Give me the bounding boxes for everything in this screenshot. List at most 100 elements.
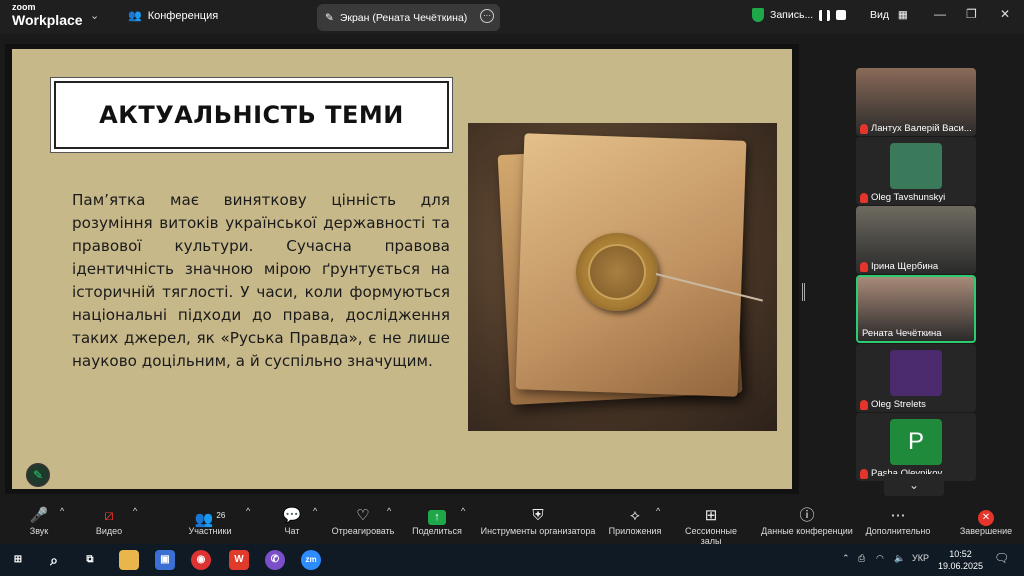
more-label: Дополнительно [865,526,931,536]
shield-icon [752,8,764,22]
view-menu[interactable]: Вид ▦ [870,9,908,21]
participant-name: Oleg Tavshunskyi [871,192,946,203]
notification-icon[interactable]: 🗨 [994,551,1009,565]
file-explorer-icon[interactable] [119,550,139,570]
video-label: Видео [95,526,123,536]
end-call-icon: ✕ [978,510,994,526]
pause-recording-button[interactable] [819,9,831,21]
participant-name-tag: Лантух Валерій Васи... [860,123,972,134]
windows-taskbar: ⊞ ⌕ ⧉ ▣ ◉ W ✆ zm ⌃ ⎙ ◠ 🔈 УКР 10:52 19.06… [0,544,1024,576]
mic-muted-icon [860,123,868,134]
breakout-label: Сессионные залы [685,526,737,546]
participant-avatar [890,143,942,189]
more-button[interactable]: ⋯ Дополнительно [864,506,932,536]
participant-name-tag: Oleg Tavshunskyi [860,192,945,203]
end-meeting-button[interactable]: ✕ Завершение [958,506,1014,536]
volume-icon[interactable]: 🔈 [894,553,905,564]
search-icon[interactable]: ⌕ [44,550,64,570]
info-icon: ⓘ [799,507,815,524]
people-icon: 👥 [128,10,142,22]
participant-name-tag: Ірина Щербина [860,261,938,272]
participant-tile[interactable]: Рената Чечёткина [856,275,976,343]
more-options-icon[interactable]: ··· [480,9,494,23]
participants-label: Участники [188,526,232,536]
share-options-caret[interactable]: ^ [461,506,465,516]
video-options-caret[interactable]: ^ [133,506,137,516]
mic-muted-icon [860,399,868,410]
meeting-info-button[interactable]: ⓘ Данные конференции [760,506,854,536]
chevron-down-icon[interactable]: ⌄ [90,9,99,22]
wifi-icon[interactable]: ◠ [876,553,884,564]
system-clock[interactable]: 10:52 19.06.2025 [938,548,983,572]
meeting-toolbar: 🎤 Звук ^ ⧄ Видео ^ 👥 26 Участники ^ 💬 Чат… [0,500,1024,546]
wps-icon[interactable]: W [229,550,249,570]
language-indicator[interactable]: УКР [912,553,929,563]
participant-avatar [890,350,942,396]
shield-icon: ⛨ [532,507,544,524]
tray-expand-icon[interactable]: ⌃ [842,553,850,564]
recording-indicator: Запись... [752,8,847,22]
slide-title-box: АКТУАЛЬНІСТЬ ТЕМИ [54,81,449,149]
participant-name: Лантух Валерій Васи... [871,123,972,134]
host-tools-label: Инструменты организатора [480,526,596,536]
panel-resize-handle[interactable] [802,283,805,301]
mic-muted-icon [860,468,868,479]
windows-start-icon[interactable]: ⊞ [8,550,28,570]
conference-tab[interactable]: 👥 Конференция [128,9,218,23]
minimize-icon[interactable]: — [934,7,946,21]
restore-icon[interactable]: ❐ [966,7,977,21]
zoom-icon[interactable]: zm [301,550,321,570]
chat-options-caret[interactable]: ^ [313,506,317,516]
task-view-icon[interactable]: ⧉ [80,550,100,570]
slide-body-text: Пам’ятка має виняткову цінність для розу… [72,191,450,370]
save-icon[interactable]: ▣ [155,550,175,570]
zoom-logo: zoom Workplace [12,2,83,28]
clock-date: 19.06.2025 [938,561,984,571]
end-label: Завершение [959,526,1013,536]
participant-tile[interactable]: Ірина Щербина [856,206,976,274]
apps-options-caret[interactable]: ^ [656,506,660,516]
participant-name: Ірина Щербина [871,261,939,272]
share-screen-icon: ↑ [428,510,446,525]
clock-time: 10:52 [949,549,972,559]
viber-icon[interactable]: ✆ [265,550,285,570]
participants-options-caret[interactable]: ^ [246,506,250,516]
participant-name-tag: Рената Чечёткина [862,328,942,339]
audio-options-caret[interactable]: ^ [60,506,64,516]
participant-name-tag: Oleg Strelets [860,399,926,410]
share-screen-icon: ✎ [325,11,334,24]
close-icon[interactable]: ✕ [1000,7,1010,21]
chat-label: Чат [284,526,300,536]
chrome-icon[interactable]: ◉ [191,550,211,570]
participant-tile[interactable]: Oleg Strelets [856,344,976,412]
participant-tile[interactable]: Лантух Валерій Васи... [856,68,976,136]
apps-label: Приложения [608,526,662,536]
video-button[interactable]: ⧄ Видео [92,506,126,536]
react-label: Отреагировать [331,526,395,536]
breakout-rooms-button[interactable]: ⊞ Сессионные залы [674,506,748,546]
share-label: Поделиться [412,526,462,536]
react-options-caret[interactable]: ^ [387,506,391,516]
host-tools-button[interactable]: ⛨ Инструменты организатора [478,506,598,536]
screen-share-tab[interactable]: ✎ Экран (Рената Чечёткина) ··· [317,4,500,31]
recording-label: Запись... [770,9,814,21]
participant-tile[interactable]: PPasha Oleynikov [856,413,976,481]
gallery-scroll-down-button[interactable]: ⌄ [884,474,944,496]
share-button[interactable]: ↑ Поделиться [410,506,464,536]
meeting-info-label: Данные конференции [761,526,853,536]
audio-label: Звук [29,526,49,536]
mic-muted-icon: 🎤 [29,507,49,524]
slide-title: АКТУАЛЬНІСТЬ ТЕМИ [99,101,404,129]
more-icon: ⋯ [890,507,906,524]
screen-tab-label: Экран (Рената Чечёткина) [339,11,468,24]
network-icon[interactable]: ⎙ [858,553,865,564]
stop-recording-button[interactable] [836,10,847,20]
logo-line2: Workplace [12,12,83,28]
participants-button[interactable]: 👥 26 Участники [184,506,236,536]
chat-button[interactable]: 💬 Чат [278,506,306,536]
video-off-icon: ⧄ [104,507,114,524]
annotate-pen-icon[interactable]: ✎ [26,463,50,487]
participant-tile[interactable]: Oleg Tavshunskyi [856,137,976,205]
logo-line1: zoom [12,2,36,12]
audio-button[interactable]: 🎤 Звук [24,506,54,536]
